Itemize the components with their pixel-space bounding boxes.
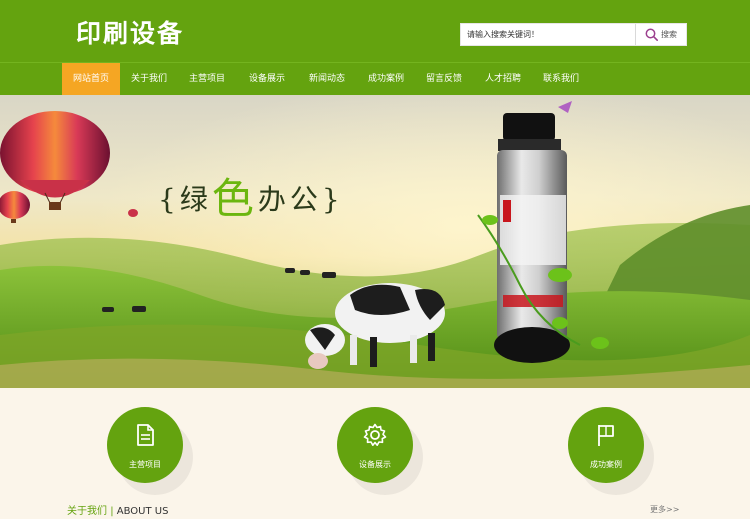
search-box: 搜索: [460, 23, 687, 46]
site-logo[interactable]: 印刷设备: [76, 14, 184, 50]
nav-item-news[interactable]: 新闻动态: [297, 63, 357, 95]
about-more-link[interactable]: 更多>>: [650, 504, 679, 515]
about-title-en: ABOUT US: [116, 506, 169, 517]
search-button-label: 搜索: [661, 30, 677, 39]
flag-icon: [598, 425, 614, 446]
banner-slogan-accent: 色: [211, 174, 258, 223]
document-icon: [137, 424, 154, 446]
feature-equipment[interactable]: 设备展示: [337, 407, 413, 483]
nav-item-cases[interactable]: 成功案例: [356, 63, 416, 95]
hero-banner: {绿色办公}: [0, 95, 750, 388]
feature-business[interactable]: 主营项目: [107, 407, 183, 483]
nav-item-home[interactable]: 网站首页: [62, 63, 120, 95]
search-button[interactable]: 搜索: [635, 24, 686, 45]
nav-item-jobs[interactable]: 人才招聘: [473, 63, 533, 95]
feature-business-label: 主营项目: [129, 460, 161, 469]
gear-icon: [363, 423, 387, 446]
about-separator: |: [110, 506, 114, 517]
banner-scene: [0, 95, 750, 388]
main-nav: 网站首页 关于我们 主营项目 设备展示 新闻动态 成功案例 留言反馈 人才招聘 …: [0, 62, 750, 95]
banner-slogan-right: 办公}: [257, 183, 344, 216]
banner-slogan-left: {绿: [158, 183, 212, 216]
nav-item-contact[interactable]: 联系我们: [531, 63, 591, 95]
nav-item-about[interactable]: 关于我们: [120, 63, 178, 95]
about-heading: 关于我们 | ABOUT US: [67, 502, 168, 517]
nav-item-equipment[interactable]: 设备展示: [237, 63, 297, 95]
nav-item-feedback[interactable]: 留言反馈: [414, 63, 474, 95]
hot-air-balloon-tiny: [128, 209, 138, 217]
feature-cases[interactable]: 成功案例: [568, 407, 644, 483]
feature-section: 主营项目 设备展示 成功案例: [0, 388, 750, 519]
nav-item-business[interactable]: 主营项目: [178, 63, 236, 95]
feature-equipment-label: 设备展示: [359, 460, 391, 469]
feature-cases-label: 成功案例: [590, 460, 622, 469]
header: 印刷设备 搜索: [0, 0, 750, 62]
search-input[interactable]: [461, 24, 635, 45]
about-title-cn[interactable]: 关于我们: [67, 506, 107, 517]
banner-slogan: {绿色办公}: [158, 165, 344, 226]
search-icon: [645, 28, 658, 41]
